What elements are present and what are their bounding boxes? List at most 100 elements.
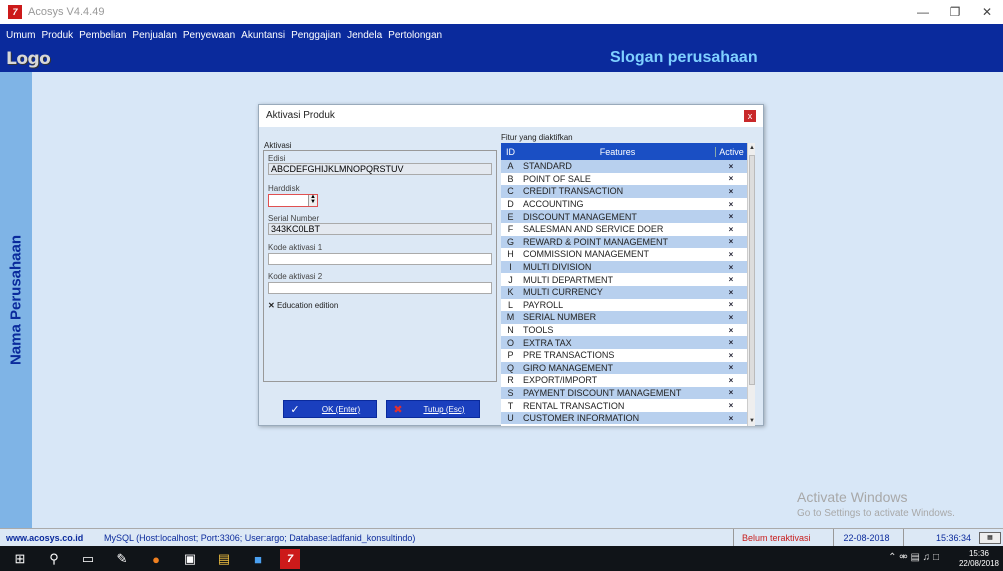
- app-window-icon[interactable]: ■: [248, 549, 268, 569]
- tutup-button[interactable]: ✖ Tutup (Esc): [386, 400, 480, 418]
- search-icon[interactable]: ⚲: [44, 549, 64, 569]
- feature-active-checkbox[interactable]: ×: [715, 263, 747, 272]
- feature-active-checkbox[interactable]: ×: [715, 313, 747, 322]
- header-id: ID: [506, 146, 515, 157]
- feature-active-checkbox[interactable]: ×: [715, 300, 747, 309]
- file-explorer-icon[interactable]: ▤: [214, 549, 234, 569]
- table-row[interactable]: B POINT OF SALE ×: [501, 172, 755, 186]
- feature-name: COMMISSION MANAGEMENT: [523, 249, 650, 260]
- tutup-button-label: Tutup (Esc): [423, 404, 465, 414]
- feature-active-checkbox[interactable]: ×: [715, 414, 747, 423]
- table-row[interactable]: F SALESMAN AND SERVICE DOER ×: [501, 222, 755, 236]
- dialog-body: Aktivasi Edisi ABCDEFGHIJKLMNOPQRSTUV Ha…: [259, 127, 763, 426]
- feature-active-checkbox[interactable]: ×: [715, 250, 747, 259]
- feature-active-checkbox[interactable]: ×: [715, 363, 747, 372]
- table-row[interactable]: U CUSTOMER INFORMATION ×: [501, 411, 755, 425]
- menu-pertolongan[interactable]: Pertolongan: [388, 30, 442, 41]
- feature-active-checkbox[interactable]: ×: [715, 212, 747, 221]
- feature-active-checkbox[interactable]: ×: [715, 401, 747, 410]
- notepad-icon[interactable]: ✎: [112, 549, 132, 569]
- website-link[interactable]: www.acosys.co.id: [6, 533, 83, 543]
- menu-umum[interactable]: Umum: [6, 30, 35, 41]
- feature-active-checkbox[interactable]: ×: [715, 388, 747, 397]
- menu-penggajian[interactable]: Penggajian: [291, 30, 341, 41]
- table-row[interactable]: N TOOLS ×: [501, 323, 755, 337]
- activate-windows-subtitle: Go to Settings to activate Windows.: [797, 508, 955, 519]
- feature-active-checkbox[interactable]: ×: [715, 288, 747, 297]
- education-edition-checkbox[interactable]: ✕ Education edition: [268, 301, 338, 310]
- task-view-icon[interactable]: ▭: [78, 549, 98, 569]
- table-row[interactable]: A STANDARD ×: [501, 160, 755, 173]
- table-row[interactable]: Q GIRO MANAGEMENT ×: [501, 361, 755, 375]
- scroll-down-icon[interactable]: ▼: [748, 416, 755, 426]
- table-row[interactable]: E DISCOUNT MANAGEMENT ×: [501, 210, 755, 223]
- menu-penjualan[interactable]: Penjualan: [132, 30, 176, 41]
- status-bar: www.acosys.co.id MySQL (Host:localhost; …: [0, 528, 1003, 547]
- table-row[interactable]: L PAYROLL ×: [501, 298, 755, 312]
- activate-windows-title: Activate Windows: [797, 489, 908, 505]
- feature-active-checkbox[interactable]: ×: [715, 162, 747, 171]
- ok-button[interactable]: ✓ OK (Enter): [283, 400, 377, 418]
- menu-akuntansi[interactable]: Akuntansi: [241, 30, 285, 41]
- system-tray-icons[interactable]: ⌃ ⚮ ▤ ♫ □: [888, 552, 939, 563]
- feature-name: GIRO MANAGEMENT: [523, 362, 614, 373]
- feature-id: U: [507, 413, 514, 424]
- table-row[interactable]: M SERIAL NUMBER ×: [501, 311, 755, 324]
- feature-active-checkbox[interactable]: ×: [715, 326, 747, 335]
- feature-active-checkbox[interactable]: ×: [715, 275, 747, 284]
- kode-aktivasi-2-input[interactable]: [268, 282, 492, 294]
- store-icon[interactable]: ▣: [180, 549, 200, 569]
- table-row[interactable]: J MULTI DEPARTMENT ×: [501, 273, 755, 286]
- feature-id: P: [507, 350, 514, 361]
- dialog-close-icon[interactable]: x: [744, 110, 756, 122]
- table-row[interactable]: P PRE TRANSACTIONS ×: [501, 348, 755, 362]
- serial-number-field: 343KC0LBT: [268, 223, 492, 235]
- table-scrollbar[interactable]: ▲ ▼: [747, 143, 755, 426]
- feature-active-checkbox[interactable]: ×: [715, 187, 747, 196]
- acosys-taskbar-icon[interactable]: 7: [280, 549, 300, 569]
- close-icon[interactable]: ✕: [971, 0, 1003, 24]
- kode-aktivasi-1-input[interactable]: [268, 253, 492, 265]
- feature-name: POINT OF SALE: [523, 173, 591, 184]
- feature-active-checkbox[interactable]: ×: [715, 174, 747, 183]
- table-row[interactable]: K MULTI CURRENCY ×: [501, 285, 755, 299]
- table-row[interactable]: I MULTI DIVISION ×: [501, 260, 755, 274]
- table-row[interactable]: G REWARD & POINT MANAGEMENT ×: [501, 235, 755, 249]
- table-row[interactable]: H COMMISSION MANAGEMENT ×: [501, 248, 755, 261]
- table-row[interactable]: S PAYMENT DISCOUNT MANAGEMENT ×: [501, 386, 755, 400]
- feature-active-checkbox[interactable]: ×: [715, 338, 747, 347]
- menu-jendela[interactable]: Jendela: [347, 30, 382, 41]
- scrollbar-thumb[interactable]: [749, 155, 755, 385]
- feature-name: MULTI DEPARTMENT: [523, 274, 614, 285]
- maximize-icon[interactable]: ❐: [939, 0, 971, 24]
- table-row[interactable]: C CREDIT TRANSACTION ×: [501, 185, 755, 198]
- table-row[interactable]: O EXTRA TAX ×: [501, 336, 755, 349]
- feature-name: SALESMAN AND SERVICE DOER: [523, 224, 664, 235]
- feature-id: N: [507, 325, 514, 336]
- feature-active-checkbox[interactable]: ×: [715, 351, 747, 360]
- feature-name: CUSTOMER INFORMATION: [523, 413, 640, 424]
- windows-start-icon[interactable]: ⊞: [10, 549, 30, 569]
- table-row[interactable]: D ACCOUNTING ×: [501, 197, 755, 211]
- feature-active-checkbox[interactable]: ×: [715, 237, 747, 246]
- menu-pembelian[interactable]: Pembelian: [79, 30, 126, 41]
- menu-produk[interactable]: Produk: [41, 30, 73, 41]
- features-table[interactable]: ID Features Active A STANDARD × B POINT OF S…: [501, 143, 755, 426]
- feature-active-checkbox[interactable]: ×: [715, 376, 747, 385]
- feature-name: DISCOUNT MANAGEMENT: [523, 211, 637, 222]
- features-caption: Fitur yang diaktifkan: [501, 133, 573, 142]
- table-row[interactable]: R EXPORT/IMPORT ×: [501, 374, 755, 387]
- menu-penyewaan[interactable]: Penyewaan: [183, 30, 235, 41]
- feature-active-checkbox[interactable]: ×: [715, 225, 747, 234]
- feature-name: MULTI DIVISION: [523, 262, 592, 273]
- feature-active-checkbox[interactable]: ×: [715, 200, 747, 209]
- minimize-icon[interactable]: —: [907, 0, 939, 24]
- table-row[interactable]: T RENTAL TRANSACTION ×: [501, 399, 755, 412]
- spin-arrows-icon[interactable]: ▲ ▼: [308, 194, 317, 206]
- firefox-icon[interactable]: ●: [146, 549, 166, 569]
- status-time: 15:36:34: [903, 529, 975, 547]
- taskbar-clock[interactable]: 15:36 22/08/2018: [959, 549, 999, 569]
- feature-id: B: [507, 173, 514, 184]
- harddisk-stepper[interactable]: ▲ ▼: [268, 194, 318, 207]
- scroll-up-icon[interactable]: ▲: [748, 143, 755, 153]
